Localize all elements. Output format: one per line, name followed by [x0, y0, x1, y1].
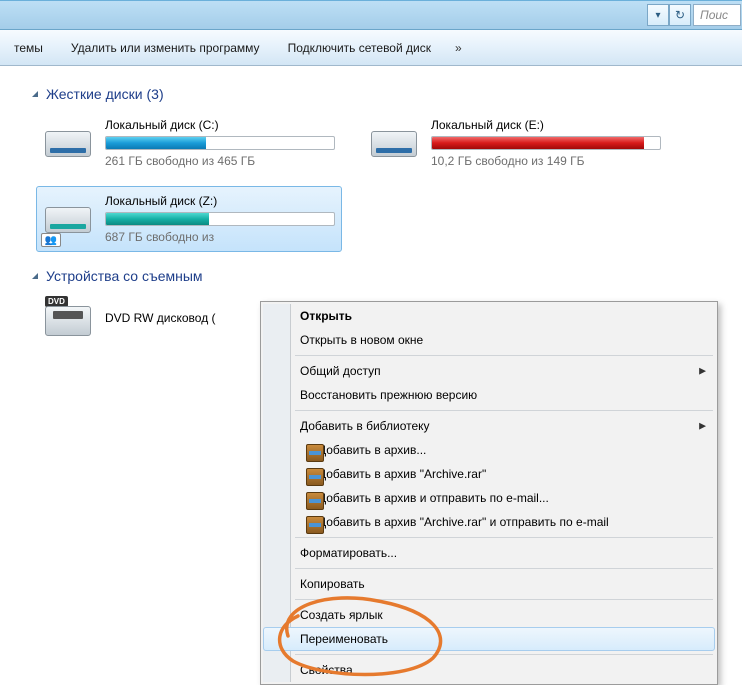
menu-item-format[interactable]: Форматировать...: [263, 541, 715, 565]
menu-item-add-archive-named-email[interactable]: Добавить в архив "Archive.rar" и отправи…: [263, 510, 715, 534]
drive-info: Локальный диск (E:) 10,2 ГБ свободно из …: [431, 118, 661, 168]
menu-label: Переименовать: [300, 632, 388, 646]
drive-status: 261 ГБ свободно из 465 ГБ: [105, 154, 335, 168]
drive-name: Локальный диск (Z:): [105, 194, 335, 208]
group-title: Жесткие диски: [46, 86, 143, 102]
menu-label: Создать ярлык: [300, 608, 383, 622]
capacity-bar: [431, 136, 661, 150]
drives-grid: Локальный диск (C:) 261 ГБ свободно из 4…: [36, 110, 742, 252]
menu-item-add-archive[interactable]: Добавить в архив...: [263, 438, 715, 462]
menu-label: Открыть: [300, 309, 352, 323]
content-area: Жесткие диски (3) Локальный диск (C:) 26…: [0, 66, 742, 348]
menu-label: Свойства: [300, 663, 353, 677]
menu-label: Добавить в архив "Archive.rar" и отправи…: [318, 515, 609, 529]
menu-item-open-new-window[interactable]: Открыть в новом окне: [263, 328, 715, 352]
menu-label: Копировать: [300, 577, 365, 591]
group-count: (3): [147, 86, 164, 102]
drive-name: Локальный диск (C:): [105, 118, 335, 132]
menu-item-add-archive-named[interactable]: Добавить в архив "Archive.rar": [263, 462, 715, 486]
toolbar-item-map-drive[interactable]: Подключить сетевой диск: [274, 30, 445, 65]
menu-separator: [295, 599, 713, 600]
menu-item-copy[interactable]: Копировать: [263, 572, 715, 596]
menu-separator: [295, 355, 713, 356]
capacity-fill: [432, 137, 644, 149]
drive-info: Локальный диск (C:) 261 ГБ свободно из 4…: [105, 118, 335, 168]
capacity-bar: [105, 136, 335, 150]
menu-separator: [295, 537, 713, 538]
menu-item-open[interactable]: Открыть: [263, 304, 715, 328]
menu-label: Открыть в новом окне: [300, 333, 423, 347]
menu-item-rename[interactable]: Переименовать: [263, 627, 715, 651]
submenu-arrow-icon: ▶: [699, 421, 706, 432]
toolbar-overflow[interactable]: »: [445, 41, 472, 55]
dvd-icon: DVD: [43, 296, 95, 344]
collapse-arrow-icon: [30, 271, 40, 281]
search-placeholder: Поис: [700, 8, 728, 22]
toolbar: темы Удалить или изменить программу Подк…: [0, 30, 742, 66]
shared-overlay-icon: [41, 233, 61, 247]
refresh-button[interactable]: [669, 4, 691, 26]
drive-e[interactable]: Локальный диск (E:) 10,2 ГБ свободно из …: [362, 110, 668, 176]
toolbar-item-systems[interactable]: темы: [0, 30, 57, 65]
winrar-icon: [306, 468, 324, 486]
menu-label: Добавить в архив "Archive.rar": [318, 467, 486, 481]
capacity-bar: [105, 212, 335, 226]
collapse-arrow-icon: [30, 89, 40, 99]
menu-label: Общий доступ: [300, 364, 381, 378]
capacity-fill: [106, 137, 206, 149]
group-header-removable[interactable]: Устройства со съемным: [30, 268, 742, 284]
winrar-icon: [306, 516, 324, 534]
menu-label: Восстановить прежнюю версию: [300, 388, 477, 402]
submenu-arrow-icon: ▶: [699, 366, 706, 377]
menu-item-add-library[interactable]: Добавить в библиотеку ▶: [263, 414, 715, 438]
toolbar-item-uninstall[interactable]: Удалить или изменить программу: [57, 30, 274, 65]
menu-separator: [295, 654, 713, 655]
winrar-icon: [306, 492, 324, 510]
drive-status: 10,2 ГБ свободно из 149 ГБ: [431, 154, 661, 168]
drive-name: Локальный диск (E:): [431, 118, 661, 132]
capacity-fill: [106, 213, 209, 225]
drive-info: Локальный диск (Z:) 687 ГБ свободно из: [105, 194, 335, 244]
address-bar: ▾ Поис: [0, 0, 742, 30]
hdd-icon: [43, 119, 95, 167]
menu-item-create-shortcut[interactable]: Создать ярлык: [263, 603, 715, 627]
search-input[interactable]: Поис: [693, 4, 741, 26]
dropdown-button[interactable]: ▾: [647, 4, 669, 26]
menu-label: Добавить в архив и отправить по e-mail..…: [318, 491, 549, 505]
menu-label: Добавить в библиотеку: [300, 419, 430, 433]
menu-label: Добавить в архив...: [318, 443, 426, 457]
menu-item-properties[interactable]: Свойства: [263, 658, 715, 682]
group-header-hdd[interactable]: Жесткие диски (3): [30, 86, 742, 102]
context-menu: Открыть Открыть в новом окне Общий досту…: [260, 301, 718, 685]
menu-item-restore-version[interactable]: Восстановить прежнюю версию: [263, 383, 715, 407]
menu-separator: [295, 410, 713, 411]
group-title: Устройства со съемным: [46, 268, 203, 284]
drive-z[interactable]: Локальный диск (Z:) 687 ГБ свободно из: [36, 186, 342, 252]
menu-item-add-archive-email[interactable]: Добавить в архив и отправить по e-mail..…: [263, 486, 715, 510]
menu-label: Форматировать...: [300, 546, 397, 560]
hdd-icon: [43, 195, 95, 243]
hdd-icon: [369, 119, 421, 167]
drive-status: 687 ГБ свободно из: [105, 230, 335, 244]
menu-separator: [295, 568, 713, 569]
drive-c[interactable]: Локальный диск (C:) 261 ГБ свободно из 4…: [36, 110, 342, 176]
winrar-icon: [306, 444, 324, 462]
menu-item-share[interactable]: Общий доступ ▶: [263, 359, 715, 383]
